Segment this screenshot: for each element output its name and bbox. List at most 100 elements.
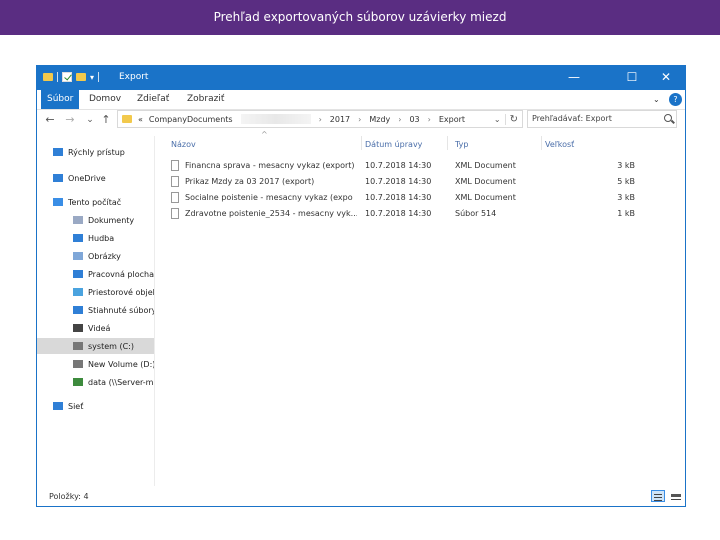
breadcrumb-export[interactable]: Export <box>439 115 465 124</box>
sidebar-item-label: data (\\Server-micro <box>88 377 154 387</box>
sidebar-item[interactable]: Pracovná plocha <box>37 266 154 282</box>
sidebar-item[interactable]: Videá <box>37 320 154 336</box>
overflow-chevron[interactable]: « <box>138 115 143 124</box>
column-type[interactable]: Typ <box>455 140 468 149</box>
column-date-modified[interactable]: Dátum úpravy <box>365 140 422 149</box>
breadcrumb-companydocuments[interactable]: CompanyDocuments <box>149 115 233 124</box>
sidebar-item-label: Stiahnuté súbory <box>88 305 155 315</box>
breadcrumb-separator: › <box>358 114 362 124</box>
file-size: 3 kB <box>617 161 635 170</box>
computer-icon <box>53 198 63 206</box>
breadcrumb-03[interactable]: 03 <box>409 115 419 124</box>
address-bar[interactable]: « CompanyDocuments › 2017 › Mzdy › 03 › … <box>117 110 523 128</box>
recent-locations-button[interactable]: ⌄ <box>83 113 97 127</box>
file-size: 3 kB <box>617 193 635 202</box>
column-divider[interactable] <box>541 136 542 150</box>
help-icon[interactable]: ? <box>669 93 682 106</box>
breadcrumb-mzdy[interactable]: Mzdy <box>369 115 390 124</box>
new-folder-icon[interactable] <box>76 73 86 81</box>
music-icon <box>73 234 83 242</box>
3d-objects-icon <box>73 288 83 296</box>
sidebar-item[interactable]: New Volume (D:) <box>37 356 155 372</box>
sidebar-item-label: Rýchly prístup <box>68 147 125 157</box>
file-icon <box>171 176 179 187</box>
sidebar-item-label: Pracovná plocha <box>88 269 154 279</box>
breadcrumb-separator: › <box>398 114 402 124</box>
sidebar-item-label: Obrázky <box>88 251 121 261</box>
sidebar-item[interactable]: data (\\Server-micro <box>37 374 154 390</box>
refresh-icon[interactable]: ↻ <box>504 113 522 125</box>
sidebar-item[interactable]: Dokumenty <box>37 212 154 228</box>
sidebar-item-label: OneDrive <box>68 173 106 183</box>
search-input[interactable]: Prehľadávať: Export <box>532 114 612 123</box>
sidebar-item-label: Tento počítač <box>68 197 122 207</box>
search-icon <box>664 114 672 122</box>
page-header: Prehľad exportovaných súborov uzávierky … <box>0 0 720 35</box>
search-box[interactable]: Prehľadávať: Export <box>527 110 677 128</box>
sidebar-item-label: Sieť <box>68 401 84 411</box>
sidebar-item-label: Videá <box>88 323 111 333</box>
breadcrumb-separator: › <box>318 114 322 124</box>
tab-home[interactable]: Domov <box>89 90 121 109</box>
divider <box>57 72 58 82</box>
forward-button[interactable]: → <box>63 113 77 127</box>
sidebar-item-label: Hudba <box>88 233 115 243</box>
file-date-modified: 10.7.2018 14:30 <box>365 193 432 202</box>
address-dropdown-icon[interactable]: ⌄ <box>494 115 501 124</box>
desktop-icon <box>73 270 83 278</box>
pictures-icon <box>73 252 83 260</box>
column-divider[interactable] <box>447 136 448 150</box>
tab-file[interactable]: Súbor <box>41 90 80 109</box>
sidebar-item-label: Priestorové objekty <box>88 287 154 297</box>
ribbon: Súbor Domov Zdieľať Zobraziť ⌄ ? <box>37 90 685 110</box>
table-row[interactable]: Financna sprava - mesacny vykaz (export)… <box>155 158 685 174</box>
cloud-icon <box>53 174 63 182</box>
table-row[interactable]: Prikaz Mzdy za 03 2017 (export) 10.7.2018… <box>155 174 685 190</box>
sidebar-item[interactable]: Sieť <box>37 398 154 414</box>
sidebar-item[interactable]: Priestorové objekty <box>37 284 154 300</box>
sidebar-item[interactable]: Stiahnuté súbory <box>37 302 155 318</box>
file-size: 1 kB <box>617 209 635 218</box>
up-button[interactable]: ↑ <box>99 113 113 127</box>
properties-icon[interactable] <box>62 72 72 82</box>
tab-view[interactable]: Zobraziť <box>187 90 224 109</box>
tab-share[interactable]: Zdieľať <box>137 90 169 109</box>
minimize-button[interactable]: — <box>559 66 589 90</box>
expand-ribbon-icon[interactable]: ⌄ <box>653 90 660 109</box>
close-button[interactable]: ✕ <box>651 66 681 90</box>
sidebar-item[interactable]: Rýchly prístup <box>37 144 154 160</box>
column-name[interactable]: Názov <box>171 140 196 149</box>
sidebar-item[interactable]: OneDrive <box>37 170 154 186</box>
table-row[interactable]: Socialne poistenie - mesacny vykaz (expo… <box>155 190 685 206</box>
file-name: Prikaz Mzdy za 03 2017 (export) <box>185 177 315 186</box>
window-title: Export <box>119 72 149 82</box>
status-item-count: Položky: 4 <box>49 492 89 501</box>
sidebar-item[interactable]: Hudba <box>37 230 154 246</box>
large-icons-view-button[interactable] <box>669 490 683 502</box>
documents-icon <box>73 216 83 224</box>
back-button[interactable]: ← <box>43 113 57 127</box>
file-date-modified: 10.7.2018 14:30 <box>365 161 432 170</box>
column-size[interactable]: Veľkosť <box>545 140 574 149</box>
column-divider[interactable] <box>361 136 362 150</box>
sidebar-item-label: Dokumenty <box>88 215 135 225</box>
navigation-pane: Rýchly prístup OneDrive Tento počítač Dokum… <box>37 136 155 486</box>
sidebar-item-label: New Volume (D:) <box>88 359 155 369</box>
star-icon <box>53 148 63 156</box>
drive-icon <box>73 360 83 368</box>
sidebar-item[interactable]: Tento počítač <box>37 194 154 210</box>
details-view-button[interactable] <box>651 490 665 502</box>
maximize-button[interactable]: ☐ <box>617 66 647 90</box>
file-type: XML Document <box>455 177 516 186</box>
sidebar-item[interactable]: Obrázky <box>37 248 154 264</box>
file-name: Zdravotne poistenie_2534 - mesacny vyk..… <box>185 209 357 218</box>
downloads-icon <box>73 306 83 314</box>
customize-toolbar-icon[interactable]: ▾ <box>90 73 94 82</box>
title-bar[interactable]: ▾ Export — ☐ ✕ <box>37 66 685 90</box>
breadcrumb-2017[interactable]: 2017 <box>330 115 350 124</box>
sidebar-item[interactable]: system (C:) <box>37 338 154 354</box>
quick-access-toolbar: ▾ <box>43 72 100 82</box>
file-size: 5 kB <box>617 177 635 186</box>
network-icon <box>53 402 63 410</box>
table-row[interactable]: Zdravotne poistenie_2534 - mesacny vyk..… <box>155 206 685 222</box>
